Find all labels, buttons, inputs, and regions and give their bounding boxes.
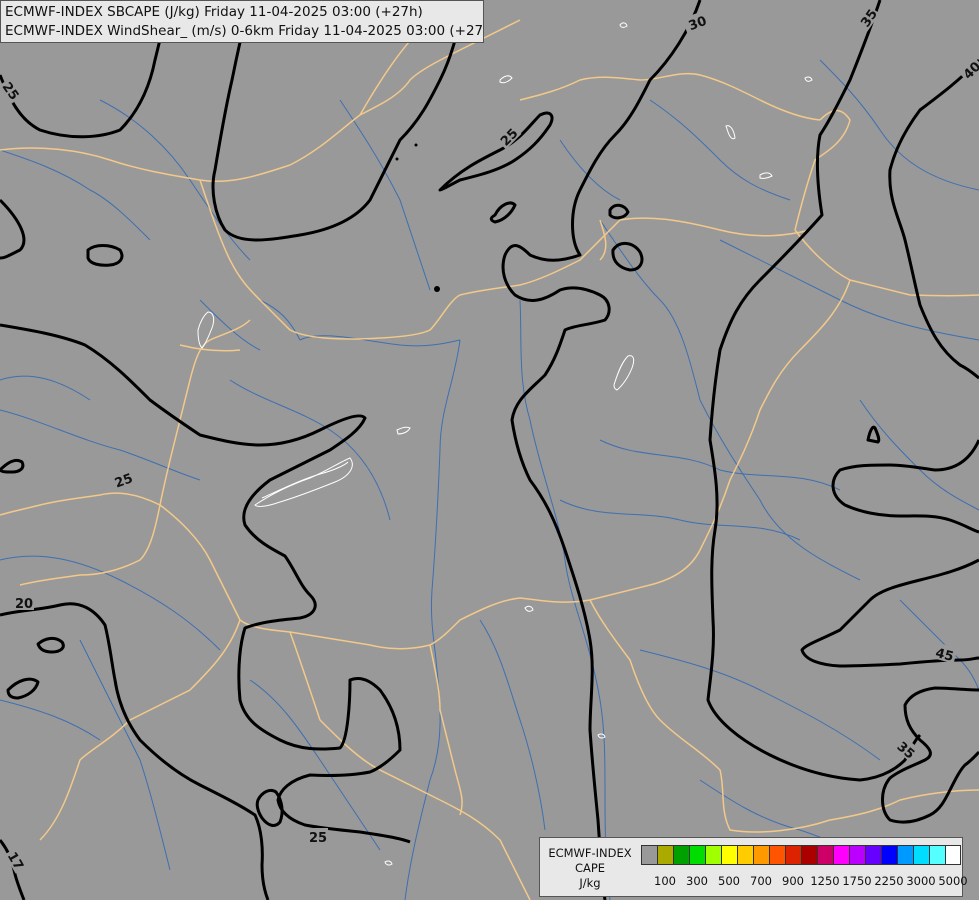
legend-swatch [769, 845, 785, 865]
legend-swatch [673, 845, 689, 865]
legend-tick-label: 3000 [906, 874, 936, 888]
legend-swatch [657, 845, 673, 865]
legend-swatch [817, 845, 833, 865]
legend-swatch [897, 845, 913, 865]
legend-title-param: CAPE [574, 861, 606, 875]
legend-swatch [689, 845, 705, 865]
legend-swatch [721, 845, 737, 865]
title-line-cape: ECMWF-INDEX SBCAPE (J/kg) Friday 11-04-2… [5, 4, 423, 20]
city-dot [434, 286, 440, 292]
map-background [0, 0, 979, 900]
legend-tick-label: 2250 [874, 874, 904, 888]
legend-title-source: ECMWF-INDEX [548, 846, 632, 860]
legend-swatch [705, 845, 721, 865]
legend-title: ECMWF-INDEX CAPE J/kg [544, 846, 636, 891]
legend-tick-label: 1250 [810, 874, 840, 888]
legend-tick-labels: 100 300 500 700 900 1250 1750 2250 3000 5000 [641, 874, 968, 890]
legend-tick-label: 5000 [938, 874, 968, 888]
contour-label-20: 20 [15, 597, 33, 612]
cape-legend: ECMWF-INDEX CAPE J/kg 100 300 500 700 900 125… [539, 837, 968, 897]
legend-swatch [849, 845, 865, 865]
contour-label-25-south: 25 [309, 831, 327, 846]
legend-tick-label: 700 [750, 874, 772, 888]
legend-swatch [865, 845, 881, 865]
legend-swatch [753, 845, 769, 865]
legend-swatch [881, 845, 897, 865]
legend-swatch [945, 845, 961, 865]
legend-title-unit: J/kg [579, 876, 601, 890]
legend-swatch [785, 845, 801, 865]
legend-swatch [913, 845, 929, 865]
legend-swatch [929, 845, 945, 865]
city-dot [395, 157, 399, 161]
legend-swatch [737, 845, 753, 865]
weather-map: 30 35 40 25 25 25 20 25 17 45 35 [0, 0, 979, 900]
map-title-box: ECMWF-INDEX SBCAPE (J/kg) Friday 11-04-2… [0, 0, 484, 43]
city-dot [414, 143, 418, 147]
legend-tick-label: 900 [782, 874, 804, 888]
title-line-windshear: ECMWF-INDEX WindShear_ (m/s) 0-6km Frida… [5, 23, 484, 39]
legend-tick-label: 1750 [842, 874, 872, 888]
legend-swatch [641, 845, 657, 865]
legend-swatch [801, 845, 817, 865]
legend-tick-label: 500 [718, 874, 740, 888]
legend-tick-label: 300 [686, 874, 708, 888]
legend-tick-label: 100 [654, 874, 676, 888]
legend-swatch [833, 845, 849, 865]
legend-color-scale [641, 845, 961, 866]
